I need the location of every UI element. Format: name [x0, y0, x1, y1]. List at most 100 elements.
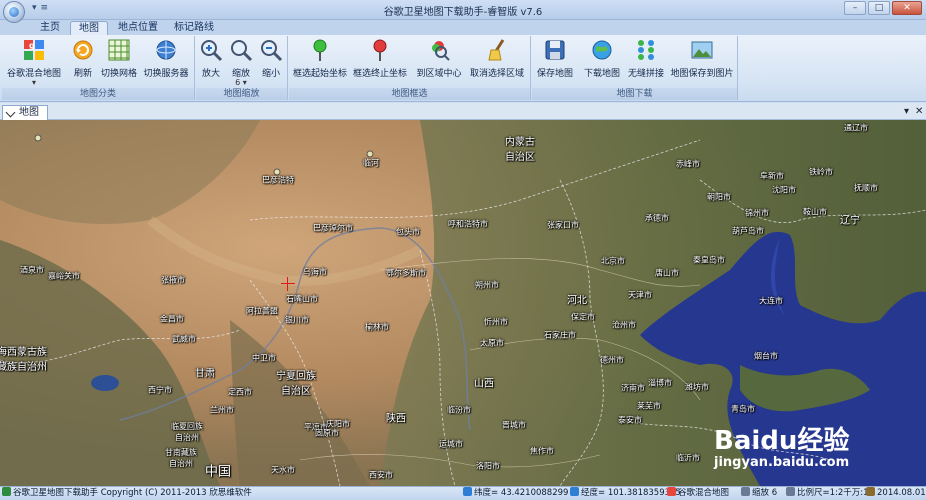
map-label-fuxin: 阜新市	[760, 171, 784, 181]
map-label-cangzhou: 沧州市	[612, 320, 636, 330]
zoom-icon	[231, 40, 253, 62]
map-label-jiaozuo: 焦作市	[530, 446, 554, 456]
map-label-tongliao: 通辽市	[844, 123, 868, 133]
map-label-baoding: 保定市	[571, 312, 595, 322]
zoom-button[interactable]: 缩放 6 ▾	[228, 38, 254, 87]
seamless-stitch-button[interactable]: 无缝拼接	[626, 38, 666, 86]
map-label-dalian: 大连市	[759, 296, 783, 306]
map-label-bayanhaote: 巴彦浩特	[262, 175, 294, 185]
doc-tab-close-icon[interactable]: ✕	[915, 106, 923, 117]
zoom-in-label: 放大	[201, 69, 220, 79]
cancel-selection-button[interactable]: 取消选择区域	[467, 38, 527, 86]
map-label-bayannur: 巴彦淖尔市	[313, 223, 353, 233]
tab-home[interactable]: 主页	[32, 21, 68, 35]
status-longitude: 经度= 101.3818359375	[570, 487, 681, 500]
map-label-qingdao: 青岛市	[731, 404, 755, 414]
map-label-wuhai: 乌海市	[303, 267, 327, 277]
date-value: 2014.08.01	[877, 488, 926, 498]
map-label-tangshan: 唐山市	[655, 268, 679, 278]
map-label-tianjin: 天津市	[628, 290, 652, 300]
baidu-site-url: jingyan.baidu.com	[714, 455, 850, 470]
map-label-shijiazhuang: 石家庄市	[544, 330, 576, 340]
map-label-dezhou: 德州市	[600, 355, 624, 365]
latitude-value: 纬度= 43.4210088299	[474, 488, 569, 498]
zoom-level-value: 6	[235, 78, 241, 87]
window-controls: – □ ✕	[844, 1, 922, 15]
save-map-button[interactable]: 保存地图	[536, 38, 574, 86]
svg-text:g: g	[29, 41, 35, 50]
map-label-liaoning: 辽宁	[840, 215, 860, 227]
save-as-image-button[interactable]: 地图保存到图片	[670, 38, 734, 86]
group-map-download: 保存地图 下载地图 无缝拼接 地图保存到图片 地图下载	[532, 36, 738, 100]
map-label-taian: 泰安市	[618, 415, 642, 425]
map-label-beijing: 北京市	[601, 256, 625, 266]
map-label-hohhot: 呼和浩特市	[448, 219, 488, 229]
to-region-center-label: 到区域中心	[416, 69, 462, 79]
close-button[interactable]: ✕	[892, 1, 922, 15]
maximize-button[interactable]: □	[868, 1, 890, 15]
status-bar: 谷歌卫星地图下载助手 Copyright (C) 2011-2013 欣思维软件…	[0, 486, 926, 500]
group-map-zoom: 放大 缩放 6 ▾ 缩小 地图缩放	[196, 36, 288, 100]
map-label-zhangye: 张掖市	[161, 275, 185, 285]
to-region-center-button[interactable]: 到区域中心	[415, 38, 463, 86]
map-label-gannan: 甘南藏族 自治州	[165, 448, 197, 468]
download-map-button[interactable]: 下载地图	[582, 38, 622, 86]
server-globe-icon	[156, 40, 176, 60]
zoom-in-icon	[201, 40, 223, 62]
group-map-category: g 谷歌混合地图 ▾ 刷新 切换网格 切换服务器 地图分类	[2, 36, 195, 100]
save-as-image-label: 地图保存到图片	[670, 69, 734, 79]
select-start-label: 框选起始坐标	[293, 69, 348, 79]
select-end-button[interactable]: 框选终止坐标	[351, 38, 409, 86]
toggle-grid-button[interactable]: 切换网格	[100, 38, 138, 86]
map-label-tieling: 铁岭市	[809, 167, 833, 177]
green-pin-icon	[313, 39, 327, 61]
ribbon: g 谷歌混合地图 ▾ 刷新 切换网格 切换服务器 地图分类 放大 缩放 6 ▾ …	[0, 35, 926, 102]
status-latitude: 纬度= 43.4210088299	[463, 487, 568, 500]
group-label-map-zoom: 地图缩放	[196, 88, 287, 100]
longitude-value: 经度= 101.3818359375	[581, 488, 681, 498]
zoom-in-button[interactable]: 放大	[198, 38, 224, 86]
tab-mark-route[interactable]: 标记路线	[166, 21, 222, 35]
group-label-map-download: 地图下载	[532, 88, 737, 100]
zoom-out-label: 缩小	[261, 69, 280, 79]
google-hybrid-map-button[interactable]: g 谷歌混合地图 ▾	[6, 38, 62, 87]
toggle-grid-label: 切换网格	[100, 69, 137, 79]
map-label-shizuishan: 石嘴山市	[286, 294, 318, 304]
map-label-shanxi: 山西	[474, 378, 494, 390]
switch-server-button[interactable]: 切换服务器	[142, 38, 190, 86]
map-label-inner-mongolia: 内蒙古 自治区	[505, 137, 535, 163]
map-label-linfen: 临汾市	[447, 405, 471, 415]
map-label-linyi: 临沂市	[676, 453, 700, 463]
red-pin-icon	[373, 39, 387, 61]
map-label-jincheng: 晋城市	[502, 420, 526, 430]
tab-map[interactable]: 地图	[70, 21, 108, 35]
cancel-selection-label: 取消选择区域	[469, 69, 524, 79]
refresh-button[interactable]: 刷新	[68, 38, 98, 86]
scale-icon	[786, 487, 795, 496]
zoom-level-dropdown[interactable]: 6 ▾	[228, 79, 254, 87]
map-label-yuncheng: 运城市	[439, 439, 463, 449]
select-start-button[interactable]: 框选起始坐标	[293, 38, 347, 86]
satellite-map-view[interactable]: 内蒙古 自治区 包头市 呼和浩特市 巴彦淖尔市 乌海市 鄂尔多斯市 石嘴山市 阿…	[0, 120, 926, 486]
seamless-stitch-label: 无缝拼接	[627, 69, 664, 79]
grid-icon	[108, 39, 130, 61]
map-label-shaanxi: 陕西	[386, 413, 406, 425]
map-center-crosshair	[281, 277, 295, 291]
map-label-jinzhou: 锦州市	[745, 208, 769, 218]
minimize-button[interactable]: –	[844, 1, 866, 15]
zoom-status-value: 缩放 6	[752, 488, 778, 498]
zoom-out-button[interactable]: 缩小	[258, 38, 284, 86]
app-menu-orb-icon[interactable]	[3, 1, 25, 23]
map-label-jiuquan: 酒泉市	[20, 265, 44, 275]
map-label-baotou: 包头市	[396, 227, 420, 237]
scale-value: 比例尺=1:2千万:1	[797, 488, 869, 498]
zoom-out-icon	[261, 40, 283, 62]
baidu-watermark: Baidu经验 jingyan.baidu.com	[714, 420, 849, 470]
map-label-qinhuangdao: 秦皇岛市	[693, 255, 725, 265]
zoom-status-icon	[741, 487, 750, 496]
map-label-haixi: 海西蒙古族 藏族自治州	[0, 347, 47, 373]
doc-tab-map[interactable]: 地图	[2, 105, 48, 120]
doc-tab-dropdown-icon[interactable]: ▾	[904, 106, 909, 117]
tab-location[interactable]: 地点位置	[110, 21, 166, 35]
map-label-laiwu: 莱芜市	[637, 401, 661, 411]
